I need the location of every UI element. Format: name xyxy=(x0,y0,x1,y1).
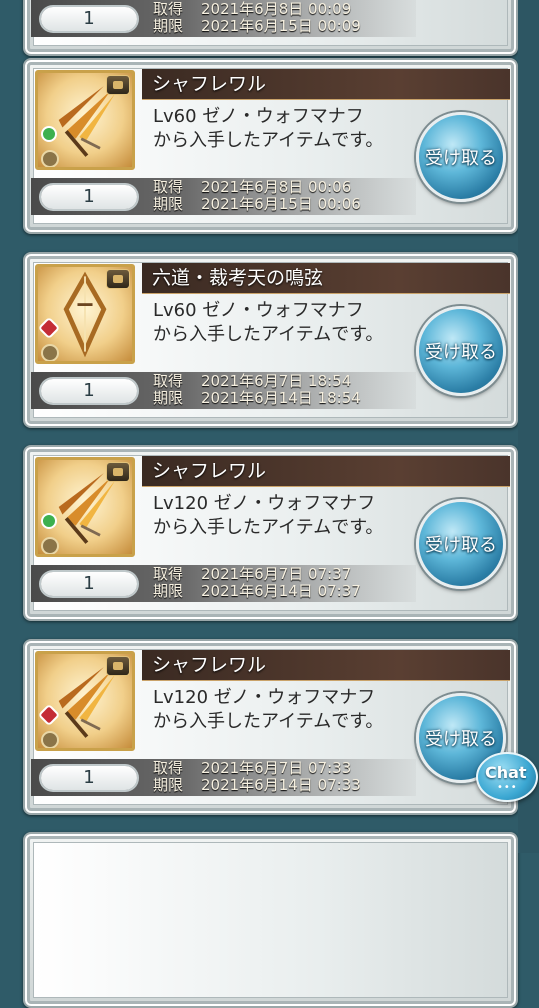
expires-label: 期限 xyxy=(153,195,184,213)
item-card-partial-top: 1 取得 2021年6月8日 00:09 期限 2021年6月15日 00:09 xyxy=(23,0,518,56)
receive-button[interactable]: 受け取る xyxy=(416,306,506,396)
expires-label: 期限 xyxy=(153,582,184,600)
receive-label: 受け取る xyxy=(425,148,497,169)
acquired-date: 2021年6月7日 07:33 xyxy=(201,759,352,777)
expires-label: 期限 xyxy=(153,389,184,407)
receive-label: 受け取る xyxy=(425,535,497,556)
item-source: Lv120 ゼノ・ウォフマナフ xyxy=(153,687,376,708)
date-info: 取得 2021年6月7日 18:54 期限 2021年6月14日 18:54 xyxy=(153,373,361,407)
acquired-date: 2021年6月7日 18:54 xyxy=(201,372,352,390)
item-card-partial-bottom xyxy=(23,832,518,1008)
rarity-badge xyxy=(106,269,130,289)
receive-label: 受け取る xyxy=(425,729,497,750)
chat-label: Chat xyxy=(485,763,527,782)
item-description: Lv60 ゼノ・ウォフマナフ から入手したアイテムです。 xyxy=(153,105,401,153)
present-list: 1 取得 2021年6月8日 00:09 期限 2021年6月15日 00:09 シ… xyxy=(0,0,539,1008)
info-bar: 1 取得 2021年6月8日 00:06 期限 2021年6月15日 00:06 xyxy=(31,178,416,215)
weapon-type-icon xyxy=(41,150,59,167)
rarity-badge xyxy=(106,656,130,676)
background-edge xyxy=(518,0,539,853)
acquired-date: 2021年6月7日 07:37 xyxy=(201,565,352,583)
acquired-label: 取得 xyxy=(153,372,184,390)
info-bar: 1 取得 2021年6月8日 00:09 期限 2021年6月15日 00:09 xyxy=(31,0,416,37)
quantity-field: 1 xyxy=(41,185,137,209)
info-bar: 1 取得 2021年6月7日 18:54 期限 2021年6月14日 18:54 xyxy=(31,372,416,409)
info-bar: 1 取得 2021年6月7日 07:33 期限 2021年6月14日 07:33 xyxy=(31,759,416,796)
acquired-label: 取得 xyxy=(153,0,184,18)
acquired-date: 2021年6月8日 00:06 xyxy=(201,178,352,196)
expires-date: 2021年6月14日 07:37 xyxy=(201,582,361,600)
item-thumbnail[interactable] xyxy=(35,457,135,557)
quantity-field: 1 xyxy=(41,572,137,596)
description-suffix: から入手したアイテムです。 xyxy=(153,130,384,151)
receive-label: 受け取る xyxy=(425,342,497,363)
item-thumbnail[interactable] xyxy=(35,651,135,751)
item-description: Lv120 ゼノ・ウォフマナフ から入手したアイテムです。 xyxy=(153,492,401,540)
item-card: 六道・裁考天の鳴弦 Lv60 ゼノ・ウォフマナフ から入手したアイテムです。 1 … xyxy=(23,252,518,428)
item-name: 六道・裁考天の鳴弦 xyxy=(152,267,324,289)
acquired-label: 取得 xyxy=(153,178,184,196)
rarity-badge xyxy=(106,75,130,95)
date-info: 取得 2021年6月8日 00:09 期限 2021年6月15日 00:09 xyxy=(153,1,361,35)
item-thumbnail[interactable] xyxy=(35,70,135,170)
item-panel xyxy=(33,842,508,998)
item-source: Lv120 ゼノ・ウォフマナフ xyxy=(153,493,376,514)
expires-label: 期限 xyxy=(153,776,184,794)
item-name-bar: シャフレワル xyxy=(142,69,510,100)
item-description: Lv60 ゼノ・ウォフマナフ から入手したアイテムです。 xyxy=(153,299,401,347)
quantity-field: 1 xyxy=(41,379,137,403)
receive-button[interactable]: 受け取る xyxy=(416,112,506,202)
receive-button[interactable]: 受け取る xyxy=(416,499,506,589)
expires-date: 2021年6月15日 00:09 xyxy=(201,17,361,35)
chat-dots-icon: ••• xyxy=(497,782,518,793)
item-card: シャフレワル Lv120 ゼノ・ウォフマナフ から入手したアイテムです。 1 取得… xyxy=(23,639,518,815)
date-info: 取得 2021年6月7日 07:37 期限 2021年6月14日 07:37 xyxy=(153,566,361,600)
chat-button[interactable]: Chat ••• xyxy=(476,752,538,802)
date-info: 取得 2021年6月7日 07:33 期限 2021年6月14日 07:33 xyxy=(153,760,361,794)
rarity-badge xyxy=(106,462,130,482)
item-source: Lv60 ゼノ・ウォフマナフ xyxy=(153,106,364,127)
green-circle-icon xyxy=(41,126,57,142)
info-bar: 1 取得 2021年6月7日 07:37 期限 2021年6月14日 07:37 xyxy=(31,565,416,602)
item-name-bar: シャフレワル xyxy=(142,650,510,681)
expires-label: 期限 xyxy=(153,17,184,35)
weapon-type-icon xyxy=(41,537,59,554)
date-info: 取得 2021年6月8日 00:06 期限 2021年6月15日 00:06 xyxy=(153,179,361,213)
acquired-label: 取得 xyxy=(153,759,184,777)
item-name: シャフレワル xyxy=(152,73,267,95)
description-suffix: から入手したアイテムです。 xyxy=(153,517,384,538)
expires-date: 2021年6月14日 18:54 xyxy=(201,389,361,407)
green-circle-icon xyxy=(41,513,57,529)
item-name-bar: シャフレワル xyxy=(142,456,510,487)
description-suffix: から入手したアイテムです。 xyxy=(153,324,384,345)
item-description: Lv120 ゼノ・ウォフマナフ から入手したアイテムです。 xyxy=(153,686,401,734)
quantity-field: 1 xyxy=(41,7,137,31)
expires-date: 2021年6月14日 07:33 xyxy=(201,776,361,794)
description-suffix: から入手したアイテムです。 xyxy=(153,711,384,732)
item-source: Lv60 ゼノ・ウォフマナフ xyxy=(153,300,364,321)
acquired-label: 取得 xyxy=(153,565,184,583)
acquired-date: 2021年6月8日 00:09 xyxy=(201,0,352,18)
item-card: シャフレワル Lv60 ゼノ・ウォフマナフ から入手したアイテムです。 1 取得 2… xyxy=(23,58,518,234)
item-card: シャフレワル Lv120 ゼノ・ウォフマナフ から入手したアイテムです。 1 取得… xyxy=(23,445,518,621)
item-thumbnail[interactable] xyxy=(35,264,135,364)
quantity-field: 1 xyxy=(41,766,137,790)
expires-date: 2021年6月15日 00:06 xyxy=(201,195,361,213)
item-name-bar: 六道・裁考天の鳴弦 xyxy=(142,263,510,294)
weapon-type-icon xyxy=(41,344,59,361)
item-name: シャフレワル xyxy=(152,460,267,482)
item-name: シャフレワル xyxy=(152,654,267,676)
weapon-type-icon xyxy=(41,731,59,748)
